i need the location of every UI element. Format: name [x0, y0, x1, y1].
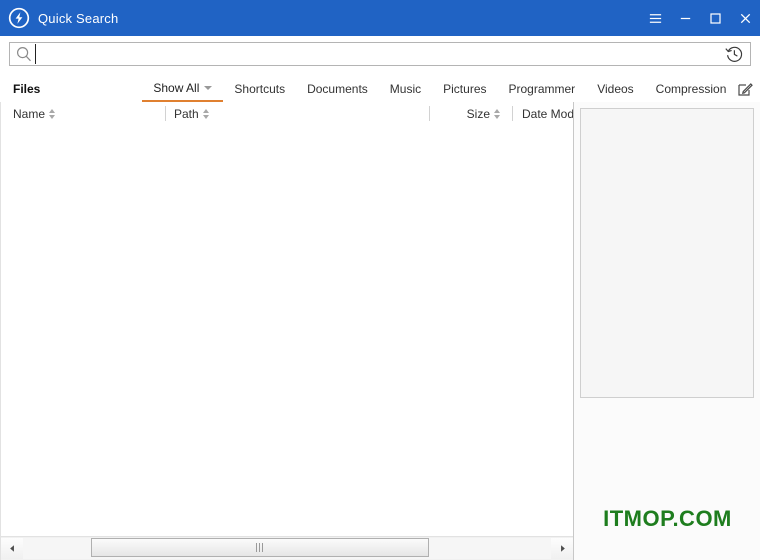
tab-label: Documents	[307, 82, 368, 96]
column-divider[interactable]	[165, 106, 166, 121]
window-controls	[640, 0, 760, 36]
maximize-icon[interactable]	[700, 0, 730, 36]
tab-programmer[interactable]: Programmer	[498, 76, 587, 102]
column-label: Size	[466, 106, 490, 121]
app-logo-icon	[8, 7, 30, 29]
horizontal-scrollbar[interactable]	[1, 536, 573, 560]
chevron-down-icon	[204, 86, 213, 90]
tab-compression[interactable]: Compression	[645, 76, 738, 102]
search-box[interactable]	[9, 42, 751, 66]
sort-arrows-icon	[202, 108, 210, 120]
tab-documents[interactable]: Documents	[296, 76, 379, 102]
watermark-text: ITMOP.COM	[603, 506, 732, 531]
column-header-size[interactable]: Size	[441, 102, 501, 125]
tab-label: Pictures	[443, 82, 487, 96]
file-list-header: Name Path Size Date Modi	[1, 102, 573, 126]
tab-bar-actions	[737, 81, 760, 97]
scroll-left-arrow-icon[interactable]	[1, 538, 23, 559]
search-bar	[0, 36, 760, 72]
hamburger-menu-icon[interactable]	[640, 0, 670, 36]
scrollbar-thumb[interactable]	[91, 538, 429, 557]
history-clock-icon[interactable]	[724, 44, 744, 64]
preview-thumbnail-area[interactable]	[580, 108, 754, 398]
sort-arrows-icon	[494, 108, 501, 120]
column-header-path[interactable]: Path	[174, 102, 424, 125]
column-header-date-modified[interactable]: Date Modi	[522, 102, 573, 125]
main-content: Name Path Size Date Modi ITMOP.COM	[0, 102, 760, 560]
column-divider[interactable]	[429, 106, 430, 121]
file-list-pane: Name Path Size Date Modi	[1, 102, 573, 560]
scrollbar-track[interactable]	[23, 538, 551, 559]
minimize-icon[interactable]	[670, 0, 700, 36]
search-input[interactable]	[35, 44, 724, 64]
tab-label: Compression	[655, 82, 727, 96]
column-label: Date Modi	[522, 106, 573, 121]
tab-videos[interactable]: Videos	[586, 76, 644, 102]
files-section-label: Files	[13, 82, 41, 96]
tab-music[interactable]: Music	[379, 76, 432, 102]
tab-label: Show All	[153, 81, 200, 95]
tab-label: Shortcuts	[234, 82, 286, 96]
tab-label: Programmer	[508, 82, 576, 96]
close-icon[interactable]	[730, 0, 760, 36]
preview-pane: ITMOP.COM	[573, 102, 760, 560]
scrollbar-grip-icon	[255, 543, 265, 552]
edit-pencil-icon[interactable]	[737, 81, 754, 97]
sort-arrows-icon	[49, 108, 56, 120]
tab-shortcuts[interactable]: Shortcuts	[223, 76, 296, 102]
scroll-right-arrow-icon[interactable]	[551, 538, 573, 559]
title-bar: Quick Search	[0, 0, 760, 36]
tab-label: Videos	[597, 82, 634, 96]
tab-bar: Files Show All Shortcuts Documents Music…	[0, 76, 760, 103]
column-label: Name	[13, 106, 46, 121]
file-list-rows[interactable]	[1, 125, 573, 537]
tab-label: Music	[389, 82, 422, 96]
column-label: Path	[174, 106, 199, 121]
tab-show-all[interactable]: Show All	[142, 76, 224, 102]
column-divider[interactable]	[512, 106, 513, 121]
window-title: Quick Search	[38, 10, 119, 26]
search-icon	[15, 45, 33, 63]
tab-list: Show All Shortcuts Documents Music Pictu…	[142, 76, 737, 102]
tab-pictures[interactable]: Pictures	[432, 76, 497, 102]
column-header-name[interactable]: Name	[13, 102, 163, 125]
